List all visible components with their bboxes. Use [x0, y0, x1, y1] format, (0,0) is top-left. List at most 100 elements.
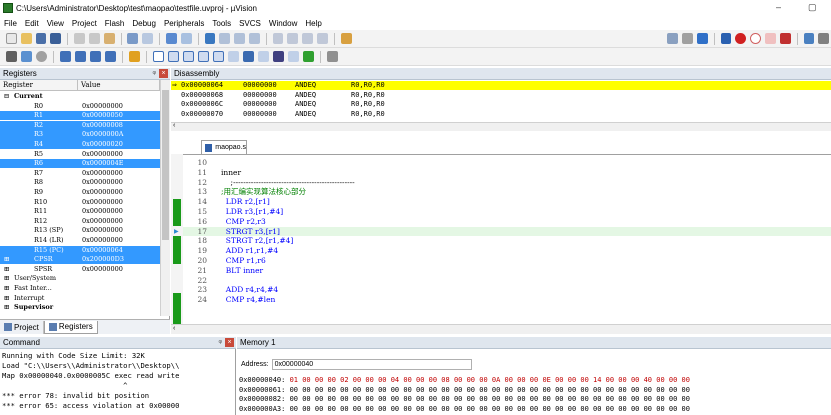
target-options-icon[interactable]	[682, 33, 693, 44]
register-value[interactable]: 0x00000020	[82, 140, 123, 149]
register-value[interactable]: 0x00000000	[82, 265, 123, 274]
save-all-icon[interactable]	[50, 33, 62, 44]
close-icon[interactable]: ×	[225, 338, 234, 347]
scrollbar-thumb[interactable]	[162, 90, 169, 240]
register-row[interactable]: ⊞ Interrupt	[0, 294, 160, 303]
register-row[interactable]: R9 0x00000000	[0, 188, 160, 197]
clear-bookmarks-icon[interactable]	[248, 33, 260, 44]
source-line[interactable]: 12 ;------------------------------------…	[183, 178, 831, 188]
menu-svcs[interactable]: SVCS	[239, 19, 261, 28]
pin-icon[interactable]: ᵠ	[152, 69, 156, 78]
disassembly-window-icon[interactable]	[168, 51, 179, 62]
watch-window-icon[interactable]	[228, 51, 239, 62]
symbols-window-icon[interactable]	[183, 51, 194, 62]
menu-tools[interactable]: Tools	[212, 19, 231, 28]
disable-breakpoint-icon[interactable]	[750, 33, 761, 44]
uncomment-icon[interactable]	[317, 33, 328, 44]
register-row[interactable]: R0 0x00000000	[0, 102, 160, 111]
tree-expander-icon[interactable]: ⊞	[4, 284, 9, 293]
disassembly-line[interactable]: 0x0000006C 00000000 ANDEQ R0,R0,R0	[171, 100, 831, 109]
run-to-cursor-icon[interactable]	[105, 51, 116, 62]
menu-edit[interactable]: Edit	[25, 19, 39, 28]
source-line[interactable]: 17 STRGT r3,[r1]	[183, 226, 831, 237]
scroll-left-icon[interactable]: ‹	[173, 325, 175, 332]
tree-expander-icon[interactable]: ⊞	[4, 265, 9, 274]
register-row[interactable]: R5 0x00000000	[0, 150, 160, 159]
source-line[interactable]: 24 CMP r4,#len	[183, 295, 831, 305]
step-into-icon[interactable]	[60, 51, 71, 62]
menu-window[interactable]: Window	[269, 19, 297, 28]
tree-expander-icon[interactable]: ⊟	[4, 92, 9, 101]
register-value[interactable]: 0x00000000	[82, 188, 123, 197]
comment-icon[interactable]	[302, 33, 314, 44]
source-line[interactable]: 20 CMP r1,r6	[183, 256, 831, 266]
tree-expander-icon[interactable]: ⊞	[4, 303, 9, 312]
reset-cpu-icon[interactable]	[6, 51, 17, 62]
register-value[interactable]: 0x00000000	[82, 178, 123, 187]
configure-icon[interactable]	[667, 33, 679, 44]
register-value[interactable]: 0x200000D3	[82, 255, 124, 264]
register-value[interactable]: 0x00000000	[82, 207, 123, 216]
source-line[interactable]: 14 LDR r2,[r1]	[183, 197, 831, 207]
system-viewer-icon[interactable]	[303, 51, 314, 62]
copy-icon[interactable]	[88, 33, 100, 44]
memory-row[interactable]: 0x00000040: 01 00 00 00 02 00 00 00 04 0…	[239, 376, 831, 386]
breakpoint-icon[interactable]	[735, 33, 747, 44]
memory-row[interactable]: 0x00000082: 00 00 00 00 00 00 00 00 00 0…	[239, 395, 831, 405]
menu-project[interactable]: Project	[72, 19, 97, 28]
register-row[interactable]: R12 0x00000000	[0, 217, 160, 226]
register-value[interactable]: 0x00000000	[82, 236, 123, 245]
toolbox-icon[interactable]	[327, 51, 338, 62]
minimize-button[interactable]: –	[776, 2, 781, 12]
prev-bookmark-icon[interactable]	[219, 33, 231, 44]
close-icon[interactable]: ×	[159, 69, 168, 78]
menu-debug[interactable]: Debug	[132, 19, 156, 28]
step-over-icon[interactable]	[75, 51, 86, 62]
command-window-icon[interactable]	[153, 51, 164, 62]
register-value[interactable]: 0x00000050	[82, 111, 123, 120]
register-row[interactable]: R15 (PC) 0x00000064	[0, 245, 160, 255]
disable-all-breakpoints-icon[interactable]	[764, 33, 776, 44]
register-value[interactable]: 0x00000000	[82, 102, 123, 111]
debug-session-icon[interactable]	[720, 33, 732, 44]
source-line[interactable]: 23 ADD r4,r4,#4	[183, 285, 831, 295]
column-value[interactable]: Value	[78, 80, 160, 90]
scroll-left-icon[interactable]: ‹	[173, 122, 175, 129]
tab-project[interactable]: Project	[0, 320, 44, 334]
cut-icon[interactable]	[74, 33, 85, 44]
tree-expander-icon[interactable]: ⊞	[4, 255, 9, 264]
next-bookmark-icon[interactable]	[234, 33, 245, 44]
register-row[interactable]: R3 0x0000000A	[0, 130, 160, 140]
navigate-back-icon[interactable]	[166, 33, 177, 44]
source-line[interactable]: 19 ADD r1,r1,#4	[183, 246, 831, 256]
register-row[interactable]: R7 0x00000000	[0, 169, 160, 178]
register-row[interactable]: R11 0x00000000	[0, 207, 160, 216]
register-row[interactable]: ⊞ SPSR 0x00000000	[0, 265, 160, 274]
disassembly-line[interactable]: 0x00000068 00000000 ANDEQ R0,R0,R0	[171, 91, 831, 100]
register-row[interactable]: R8 0x00000000	[0, 178, 160, 187]
register-value[interactable]: 0x00000008	[82, 121, 123, 130]
register-value[interactable]: 0x00000000	[82, 150, 123, 159]
register-row[interactable]: R6 0x0000004E	[0, 159, 160, 169]
source-line[interactable]: 10	[183, 158, 831, 168]
register-value[interactable]: 0x00000000	[82, 226, 123, 235]
menu-flash[interactable]: Flash	[105, 19, 125, 28]
register-row[interactable]: R4 0x00000020	[0, 140, 160, 150]
undo-icon[interactable]	[127, 33, 139, 44]
trace-window-icon[interactable]	[288, 51, 299, 62]
editor-hscrollbar[interactable]: ‹	[171, 324, 831, 334]
register-value[interactable]: 0x00000000	[82, 217, 123, 226]
menu-peripherals[interactable]: Peripherals	[164, 19, 204, 28]
register-row[interactable]: ⊞ User/System	[0, 274, 160, 283]
menu-file[interactable]: File	[4, 19, 17, 28]
register-value[interactable]: 0x0000004E	[82, 159, 124, 168]
redo-icon[interactable]	[142, 33, 154, 44]
registers-window-icon[interactable]	[198, 51, 209, 62]
disassembly-hscrollbar[interactable]: ‹	[171, 122, 831, 131]
register-row[interactable]: ⊟ Current	[0, 92, 160, 101]
disassembly-line[interactable]: ⇒ 0x00000064 00000000 ANDEQ R0,R0,R0	[171, 80, 831, 90]
source-line[interactable]: 11 inner	[183, 168, 831, 178]
register-row[interactable]: R1 0x00000050	[0, 111, 160, 121]
window-layout-icon[interactable]	[803, 33, 815, 44]
source-line[interactable]: 18 STRGT r2,[r1,#4]	[183, 236, 831, 246]
